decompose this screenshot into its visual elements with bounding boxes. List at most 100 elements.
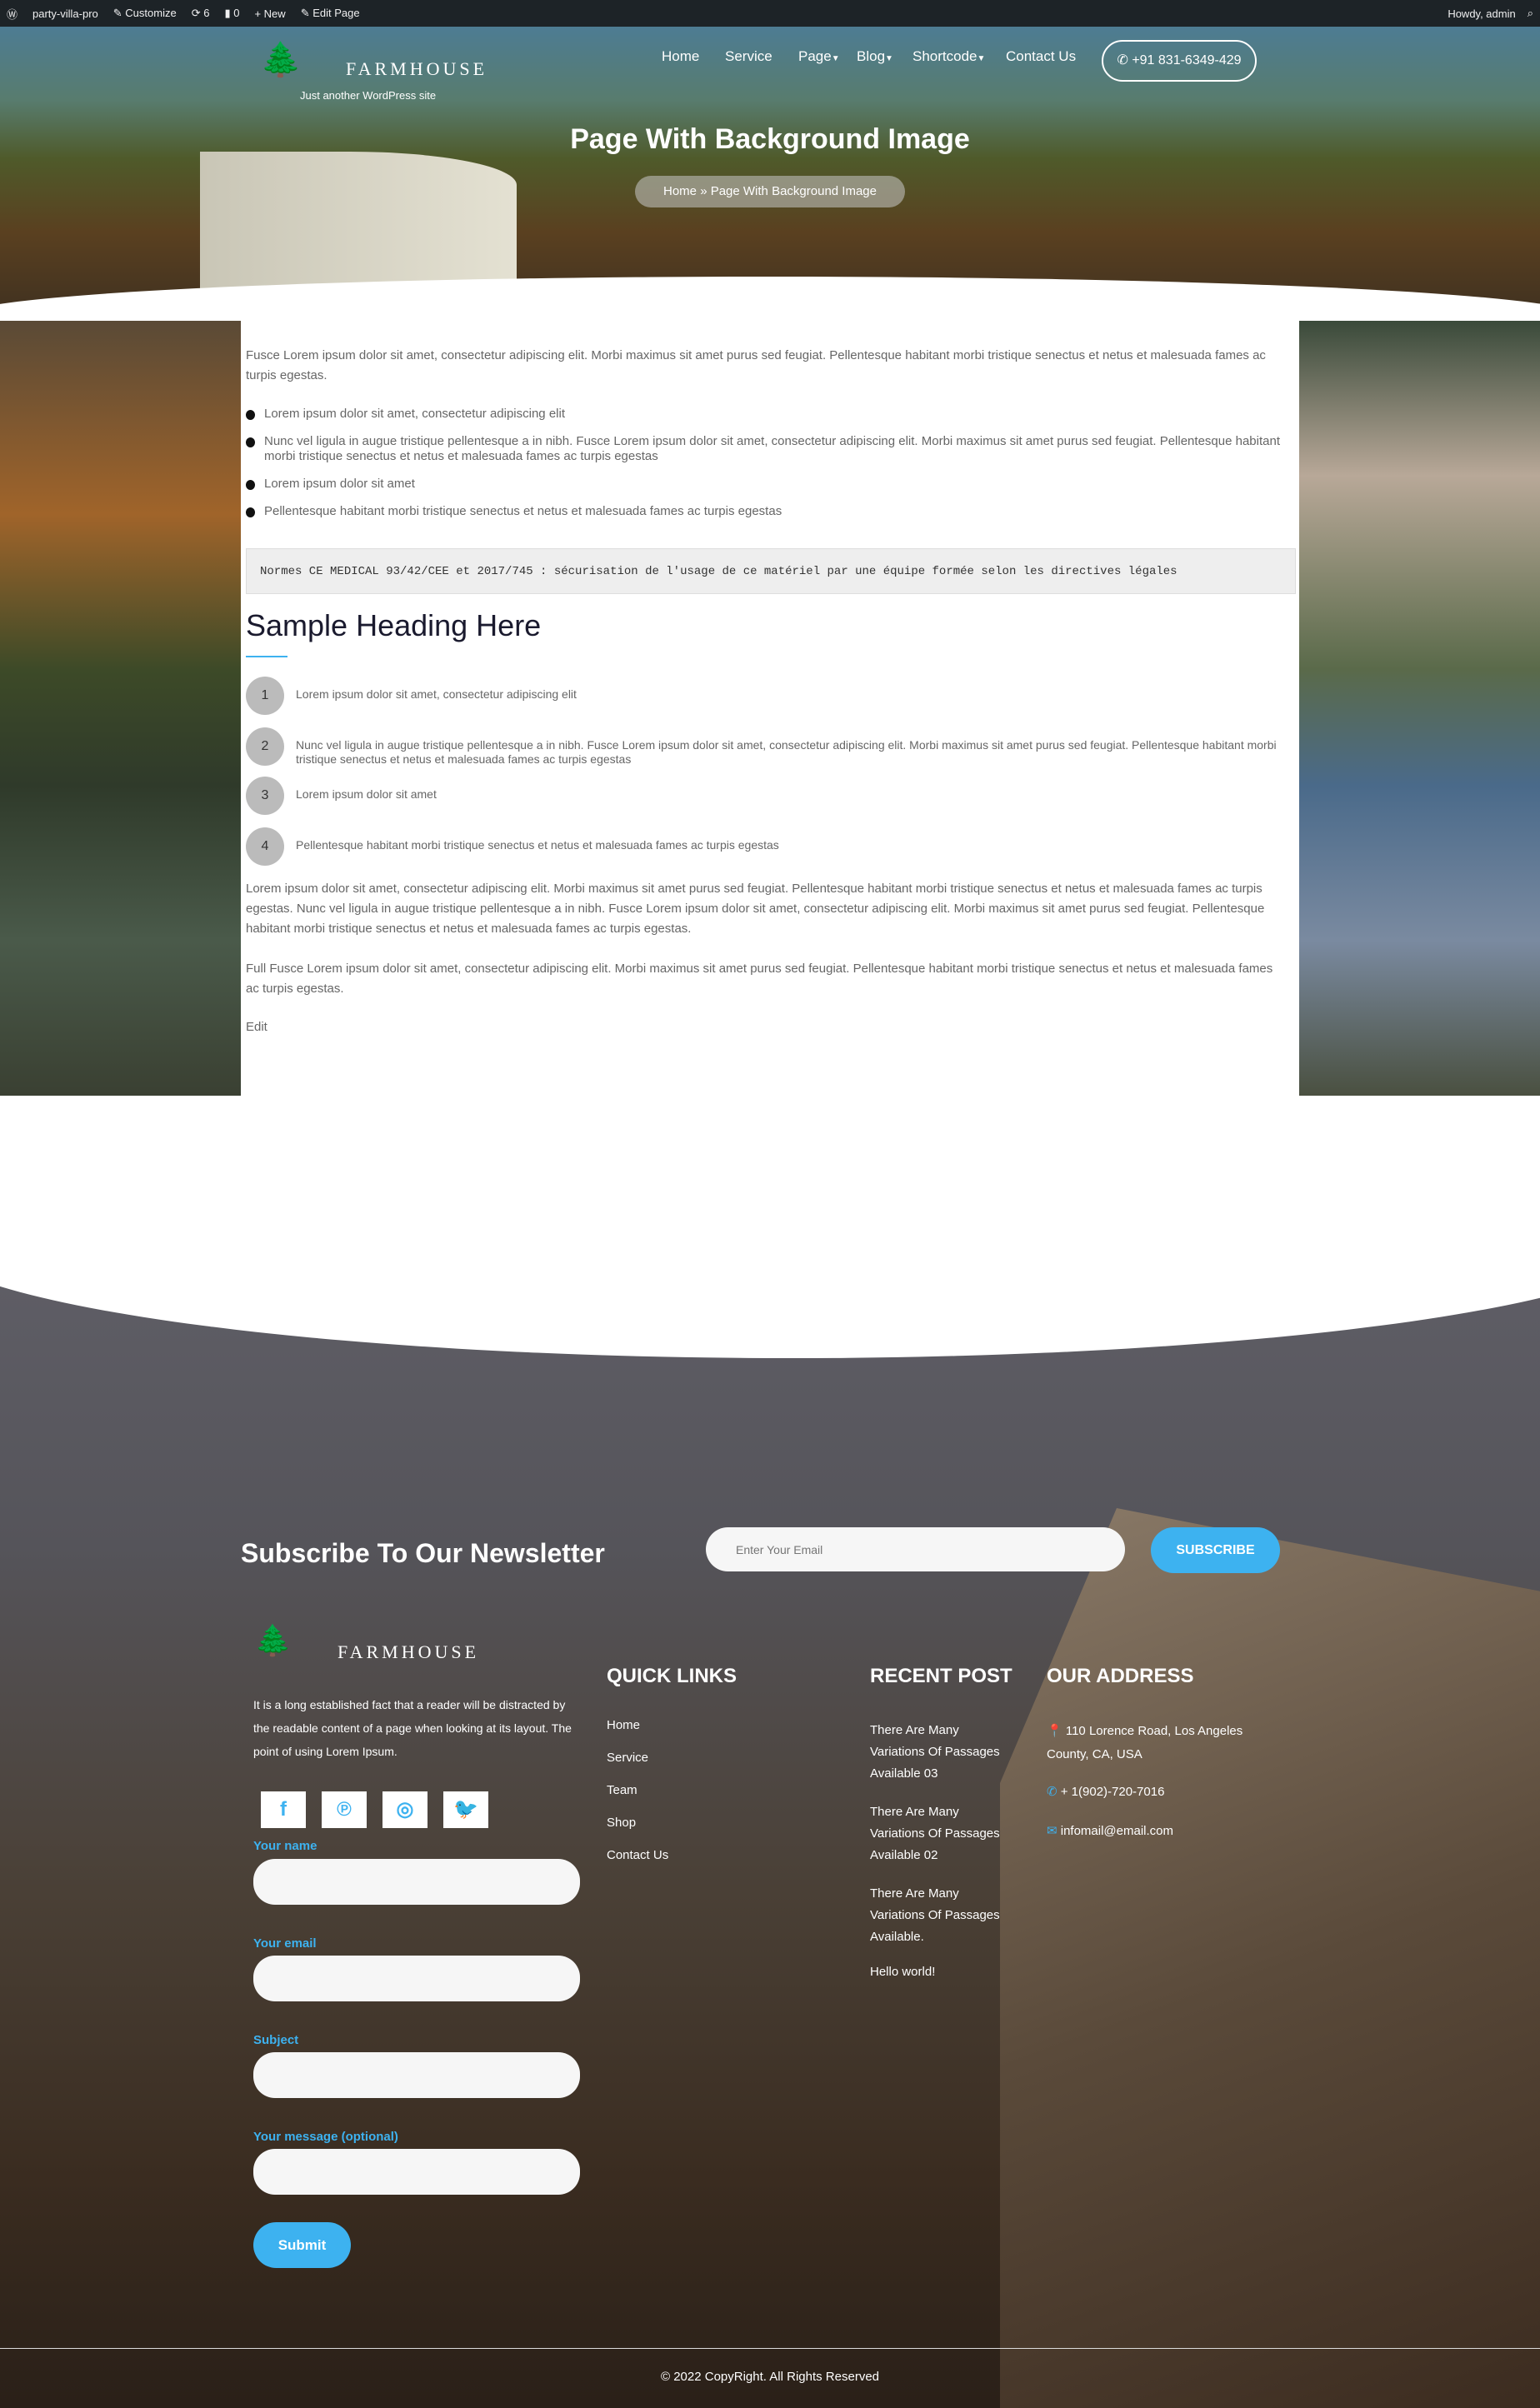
number-badge: 1	[246, 677, 284, 715]
message-label: Your message (optional)	[253, 2130, 398, 2144]
tree-logo-icon: 🌲	[254, 1623, 292, 1657]
body-paragraph: Full Fusce Lorem ipsum dolor sit amet, c…	[246, 962, 1273, 996]
caret-down-icon: ▼	[831, 54, 840, 63]
nav-blog-label: Blog	[857, 48, 886, 64]
email-label: Your email	[253, 1936, 317, 1951]
admin-comments-link[interactable]: ▮ 0	[224, 7, 239, 20]
recent-post-link[interactable]: There Are Many Variations Of Passages Av…	[870, 1801, 1016, 1866]
ordered-item: 4 Pellentesque habitant morbi tristique s…	[246, 827, 1288, 866]
quick-link-team[interactable]: Team	[607, 1783, 638, 1797]
tree-logo-icon: 🌲	[260, 42, 302, 78]
quick-link-service[interactable]: Service	[607, 1751, 648, 1765]
new-label: New	[263, 7, 286, 20]
phone-number: +91 831-6349-429	[1132, 53, 1242, 67]
email-input[interactable]	[253, 1956, 580, 2001]
message-input[interactable]	[253, 2149, 580, 2195]
phone-button[interactable]: ✆ +91 831-6349-429	[1102, 40, 1257, 82]
map-pin-icon: 📍	[1047, 1724, 1062, 1738]
breadcrumb-home[interactable]: Home	[663, 184, 697, 198]
search-icon[interactable]: ⌕	[1528, 7, 1533, 20]
newsletter-title: Subscribe To Our Newsletter	[241, 1538, 605, 1568]
nav-page-label: Page	[798, 48, 832, 64]
breadcrumb-current: Page With Background Image	[710, 184, 877, 198]
nav-contact[interactable]: Contact Us	[1006, 48, 1076, 65]
intro-paragraph: Fusce Lorem ipsum dolor sit amet, consec…	[246, 348, 1266, 382]
subject-input[interactable]	[253, 2052, 580, 2098]
twitter-icon[interactable]: 🐦	[443, 1791, 488, 1828]
footer-logo[interactable]: FARMHOUSE	[338, 1641, 479, 1663]
edit-page-label: Edit Page	[312, 7, 360, 19]
page-content: Fusce Lorem ipsum dolor sit amet, consec…	[241, 321, 1299, 1096]
admin-new-link[interactable]: + New	[254, 7, 285, 20]
customize-label: Customize	[125, 7, 177, 19]
list-item: Nunc vel ligula in augue tristique pelle…	[246, 434, 1288, 464]
pinterest-icon[interactable]: ℗	[322, 1791, 367, 1828]
howdy-user[interactable]: Howdy, admin	[1448, 7, 1515, 20]
name-input[interactable]	[253, 1859, 580, 1905]
admin-edit-page-link[interactable]: ✎ Edit Page	[301, 7, 360, 20]
site-logo[interactable]: FARMHOUSE	[346, 58, 488, 80]
house-background-image	[1000, 1508, 1540, 2408]
list-item: Pellentesque habitant morbi tristique se…	[246, 504, 1288, 519]
page-title: Page With Background Image	[570, 123, 970, 155]
footer-phone[interactable]: + 1(902)-720-7016	[1061, 1785, 1165, 1799]
code-block: Normes CE MEDICAL 93/42/CEE et 2017/745 …	[246, 548, 1296, 594]
footer-about: It is a long established fact that a rea…	[253, 1698, 572, 1758]
ordered-item: 2 Nunc vel ligula in augue tristique pell…	[246, 727, 1288, 767]
phone-icon: ✆	[1117, 53, 1132, 67]
subscribe-button[interactable]: SUBSCRIBE	[1151, 1527, 1280, 1573]
quick-link-shop[interactable]: Shop	[607, 1816, 636, 1830]
envelope-icon: ✉	[1047, 1824, 1058, 1838]
newsletter-email-input[interactable]	[706, 1527, 1125, 1571]
address-text: 110 Lorence Road, Los Angeles County, CA…	[1047, 1724, 1243, 1761]
submit-button[interactable]: Submit	[253, 2222, 351, 2268]
admin-customize-link[interactable]: ✎ Customize	[113, 7, 177, 20]
section-heading: Sample Heading Here	[246, 608, 542, 642]
admin-bar: Ⓦ party-villa-pro ✎ Customize ⟳ 6 ▮ 0 + …	[0, 0, 1540, 27]
copyright: © 2022 CopyRight. All Rights Reserved	[660, 2370, 880, 2384]
nav-service[interactable]: Service	[725, 48, 772, 65]
heading-underline	[246, 656, 288, 657]
comments-count: 0	[233, 7, 240, 19]
number-badge: 3	[246, 777, 284, 815]
subject-label: Subject	[253, 2033, 299, 2047]
caret-down-icon: ▼	[977, 54, 986, 63]
list-item: Lorem ipsum dolor sit amet, consectetur …	[246, 407, 1288, 422]
body-paragraph: Lorem ipsum dolor sit amet, consectetur …	[246, 882, 1265, 936]
footer	[0, 1258, 1540, 2408]
nav-shortcode[interactable]: Shortcode▼	[912, 48, 985, 65]
recent-post-link[interactable]: Hello world!	[870, 1965, 935, 1979]
number-badge: 4	[246, 827, 284, 866]
list-item: Lorem ipsum dolor sit amet	[246, 477, 1288, 492]
instagram-icon[interactable]: ◎	[382, 1791, 428, 1828]
ordered-text: Nunc vel ligula in augue tristique pelle…	[296, 738, 1277, 766]
nav-blog[interactable]: Blog▼	[857, 48, 893, 65]
nav-home[interactable]: Home	[662, 48, 699, 65]
quick-link-contact[interactable]: Contact Us	[607, 1848, 668, 1862]
breadcrumb: Home » Page With Background Image	[635, 176, 905, 207]
ordered-text: Lorem ipsum dolor sit amet, consectetur …	[296, 687, 577, 701]
ordered-item: 3 Lorem ipsum dolor sit amet	[246, 777, 1288, 815]
ordered-text: Pellentesque habitant morbi tristique se…	[296, 838, 779, 852]
ordered-text: Lorem ipsum dolor sit amet	[296, 787, 437, 801]
quick-link-home[interactable]: Home	[607, 1718, 640, 1732]
facebook-icon[interactable]: f	[261, 1791, 306, 1828]
hero-banner	[0, 27, 1540, 321]
phone-icon: ✆	[1047, 1785, 1058, 1799]
footer-email[interactable]: infomail@email.com	[1061, 1824, 1173, 1838]
recent-post-link[interactable]: There Are Many Variations Of Passages Av…	[870, 1720, 1016, 1785]
nav-shortcode-label: Shortcode	[912, 48, 978, 64]
updates-count: 6	[203, 7, 210, 19]
admin-site-link[interactable]: party-villa-pro	[32, 7, 98, 20]
footer-wave	[0, 1258, 1540, 1358]
left-background-image	[0, 321, 241, 1096]
name-label: Your name	[253, 1839, 318, 1853]
recent-post-link[interactable]: There Are Many Variations Of Passages Av…	[870, 1883, 1016, 1948]
wordpress-icon[interactable]: Ⓦ	[7, 6, 18, 22]
caret-down-icon: ▼	[885, 54, 893, 63]
quick-links-title: QUICK LINKS	[607, 1665, 737, 1687]
admin-updates-link[interactable]: ⟳ 6	[192, 7, 210, 20]
edit-link[interactable]: Edit	[246, 1017, 1288, 1037]
nav-page[interactable]: Page▼	[798, 48, 840, 65]
address-title: OUR ADDRESS	[1047, 1665, 1194, 1687]
